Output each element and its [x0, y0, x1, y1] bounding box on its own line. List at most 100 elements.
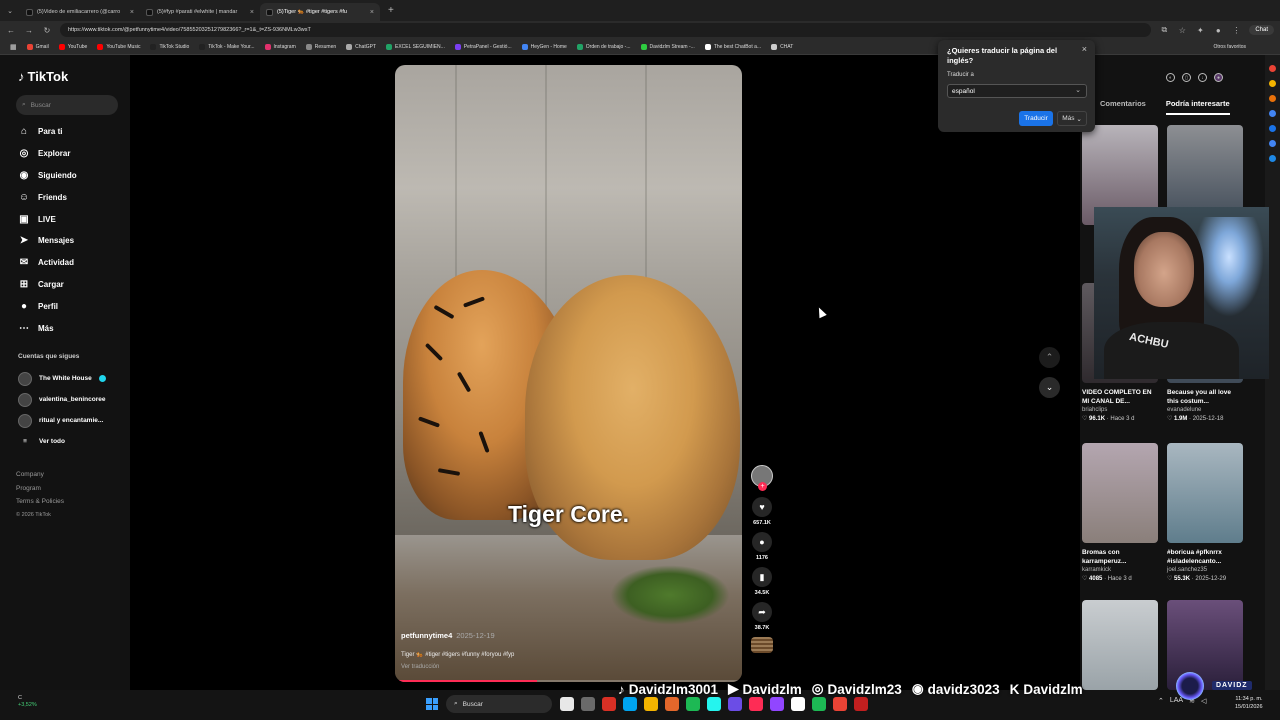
phone-icon[interactable]: ▯: [1182, 73, 1191, 82]
following-item[interactable]: valentina_benincoree: [18, 389, 128, 410]
footer-link-terms[interactable]: Terms & Policies: [16, 495, 64, 509]
follow-plus-icon[interactable]: +: [758, 482, 767, 491]
sidebar-item-para-ti[interactable]: ⌂ Para ti: [18, 121, 128, 143]
bookmark-item[interactable]: CHAT: [771, 43, 793, 50]
taskbar-app-icon[interactable]: [581, 697, 595, 711]
taskbar-app-icon[interactable]: [665, 697, 679, 711]
video-card-partial[interactable]: [1082, 600, 1158, 690]
bookmark-item[interactable]: Orden de trabajo -...: [576, 43, 631, 50]
taskbar-app-icon[interactable]: [623, 697, 637, 711]
extension-icon[interactable]: [1269, 155, 1276, 162]
translate-button[interactable]: Traducir: [1019, 111, 1053, 126]
sidebar-item-live[interactable]: ▣ LIVE: [18, 208, 128, 230]
extensions-icon[interactable]: ✦: [1195, 26, 1205, 35]
download-icon[interactable]: ↓: [1198, 73, 1207, 82]
bookmark-item[interactable]: Gmail: [26, 43, 49, 50]
music-disc-icon[interactable]: [751, 637, 773, 653]
bookmark-item[interactable]: TikTok - Make Your...: [199, 43, 255, 50]
extension-icon[interactable]: [1269, 80, 1276, 87]
taskbar-search[interactable]: ⌕ Buscar: [446, 695, 552, 713]
sidebar-item-más[interactable]: ⋯ Más: [18, 317, 128, 339]
video-author[interactable]: petfunnytime4 2025-12-19: [401, 631, 495, 640]
taskbar-app-icon[interactable]: [791, 697, 805, 711]
creator-avatar[interactable]: +: [751, 465, 773, 491]
video-card[interactable]: Bromas con karramperuz... karramkick ♡ 4…: [1082, 443, 1158, 582]
sidebar-item-actividad[interactable]: ✉ Actividad: [18, 252, 128, 274]
footer-link-program[interactable]: Program: [16, 482, 64, 496]
comment-icon[interactable]: ●: [752, 532, 772, 552]
bookmark-icon[interactable]: ▮: [752, 567, 772, 587]
heart-icon[interactable]: ♥: [752, 497, 772, 517]
share-action[interactable]: ➦ 38.7K: [750, 602, 774, 631]
bookmark-item[interactable]: HeyGen - Home: [521, 43, 567, 50]
taskbar-app-icon[interactable]: [812, 697, 826, 711]
lang-indicator[interactable]: LAA: [1170, 697, 1183, 705]
bookmark-item[interactable]: Resumen: [305, 43, 336, 50]
extension-icon[interactable]: [1269, 125, 1276, 132]
taskbar-app-icon[interactable]: [728, 697, 742, 711]
taskbar-app-icon[interactable]: [854, 697, 868, 711]
sidebar-item-cargar[interactable]: ⊞ Cargar: [18, 274, 128, 296]
sidebar-item-perfil[interactable]: ● Perfil: [18, 295, 128, 317]
star-icon[interactable]: ☆: [1177, 26, 1187, 35]
weather-widget[interactable]: C +3,52%: [18, 695, 37, 709]
tray-chevron-icon[interactable]: ⌃: [1158, 697, 1164, 705]
browser-tab[interactable]: (5)#fyp #parati #elwhite | mandar ×: [140, 3, 260, 21]
sidebar-item-siguiendo[interactable]: ◉ Siguiendo: [18, 165, 128, 187]
search-input[interactable]: ⌕ Buscar: [16, 95, 118, 115]
browser-tab-active[interactable]: (5)Tiger 🐅 #tiger #tigers #fu ×: [260, 3, 380, 21]
see-all-link[interactable]: ≡ Ver todo: [18, 431, 128, 452]
extension-icon[interactable]: [1269, 110, 1276, 117]
footer-link-company[interactable]: Company: [16, 468, 64, 482]
taskbar-app-icon[interactable]: [749, 697, 763, 711]
save-action[interactable]: ▮ 34.5K: [750, 567, 774, 596]
tiktok-logo[interactable]: ♪ TikTok: [18, 69, 68, 84]
bookmark-item[interactable]: The best ChatBot a...: [704, 43, 761, 50]
close-icon[interactable]: ×: [1082, 44, 1087, 54]
bookmark-item[interactable]: YouTube: [58, 43, 87, 50]
video-player[interactable]: Tiger Core. petfunnytime4 2025-12-19 Tige…: [395, 65, 742, 682]
tab-might-interest[interactable]: Podría interesarte: [1165, 99, 1230, 115]
video-card[interactable]: #boricua #pfknrrx #isladelencanto... joe…: [1167, 443, 1243, 582]
bookmark-item[interactable]: TikTok Studio: [150, 43, 189, 50]
profile-avatar-icon[interactable]: ●: [1213, 26, 1223, 35]
bookmark-item[interactable]: PetraPanel - Gestió...: [454, 43, 512, 50]
bookmark-item[interactable]: Instagram: [264, 43, 296, 50]
tab-list-chevron-icon[interactable]: ⌄: [0, 7, 20, 15]
next-video-arrow-icon[interactable]: ⌄: [1039, 377, 1060, 398]
menu-dots-icon[interactable]: ⋮: [1231, 26, 1241, 35]
bookmark-item[interactable]: YouTube Music: [97, 43, 140, 50]
taskbar-app-icon[interactable]: [833, 697, 847, 711]
reload-icon[interactable]: ↻: [42, 26, 52, 35]
taskbar-app-icon[interactable]: [644, 697, 658, 711]
compass-icon[interactable]: ◐: [1166, 73, 1175, 82]
chat-button[interactable]: Chat: [1249, 25, 1274, 35]
share-icon[interactable]: ➦: [752, 602, 772, 622]
comment-action[interactable]: ● 1176: [750, 532, 774, 561]
taskbar-app-icon[interactable]: [560, 697, 574, 711]
close-tab-icon[interactable]: ×: [130, 9, 134, 16]
see-translation-link[interactable]: Ver traducción: [401, 664, 439, 670]
url-field[interactable]: https://www.tiktok.com/@petfunnytime4/vi…: [60, 23, 1152, 37]
taskbar-app-icon[interactable]: [602, 697, 616, 711]
bookmark-item[interactable]: ChatGPT: [346, 43, 376, 50]
taskbar-app-icon[interactable]: [707, 697, 721, 711]
following-item[interactable]: The White House: [18, 368, 128, 389]
like-action[interactable]: ♥ 657.1K: [750, 497, 774, 526]
taskbar-app-icon[interactable]: [770, 697, 784, 711]
apps-grid-icon[interactable]: ▦: [10, 43, 17, 51]
taskbar-clock[interactable]: 11:34 p. m. 15/01/2026: [1235, 695, 1263, 711]
language-select[interactable]: español ⌄: [947, 84, 1087, 98]
sidebar-item-explorar[interactable]: ◎ Explorar: [18, 143, 128, 165]
extension-icon[interactable]: [1269, 95, 1276, 102]
tab-comments[interactable]: Comentarios: [1100, 99, 1146, 115]
extension-icon[interactable]: [1269, 140, 1276, 147]
volume-icon[interactable]: ◁: [1201, 697, 1206, 705]
extension-icon[interactable]: [1269, 65, 1276, 72]
translate-icon[interactable]: ⧉: [1159, 25, 1169, 35]
close-tab-icon[interactable]: ×: [370, 9, 374, 16]
new-tab-icon[interactable]: +: [388, 5, 394, 16]
close-tab-icon[interactable]: ×: [250, 9, 254, 16]
previous-video-arrow-icon[interactable]: ⌃: [1039, 347, 1060, 368]
bookmark-item[interactable]: EXCEL SEGUIMIEN...: [386, 43, 445, 50]
